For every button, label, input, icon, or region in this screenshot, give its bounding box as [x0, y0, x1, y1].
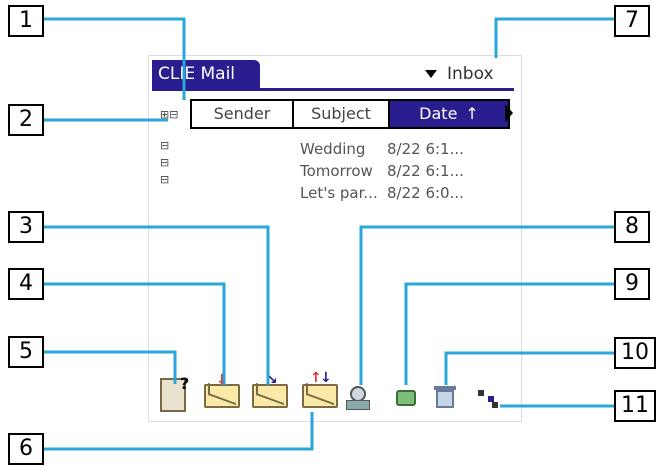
leader-line-5	[44, 350, 177, 384]
callout-10: 10	[614, 337, 656, 369]
leader-line-9	[404, 282, 614, 385]
callout-11: 11	[614, 390, 656, 422]
leader-line-7	[494, 17, 614, 58]
callout-3: 3	[8, 211, 44, 243]
callout-5: 5	[8, 336, 44, 368]
callout-1: 1	[8, 5, 44, 37]
callout-9: 9	[614, 268, 650, 300]
callout-7: 7	[614, 5, 650, 37]
callout-8: 8	[614, 211, 650, 243]
callout-2: 2	[8, 104, 44, 136]
leader-line-1	[44, 17, 186, 100]
leader-line-6	[44, 412, 314, 451]
leader-line-8	[359, 225, 614, 385]
leader-line-3	[44, 225, 270, 385]
callout-4: 4	[8, 268, 44, 300]
leader-line-10	[444, 351, 614, 385]
leader-lines	[44, 17, 614, 451]
leader-line-4	[44, 282, 226, 385]
callout-6: 6	[8, 433, 44, 465]
